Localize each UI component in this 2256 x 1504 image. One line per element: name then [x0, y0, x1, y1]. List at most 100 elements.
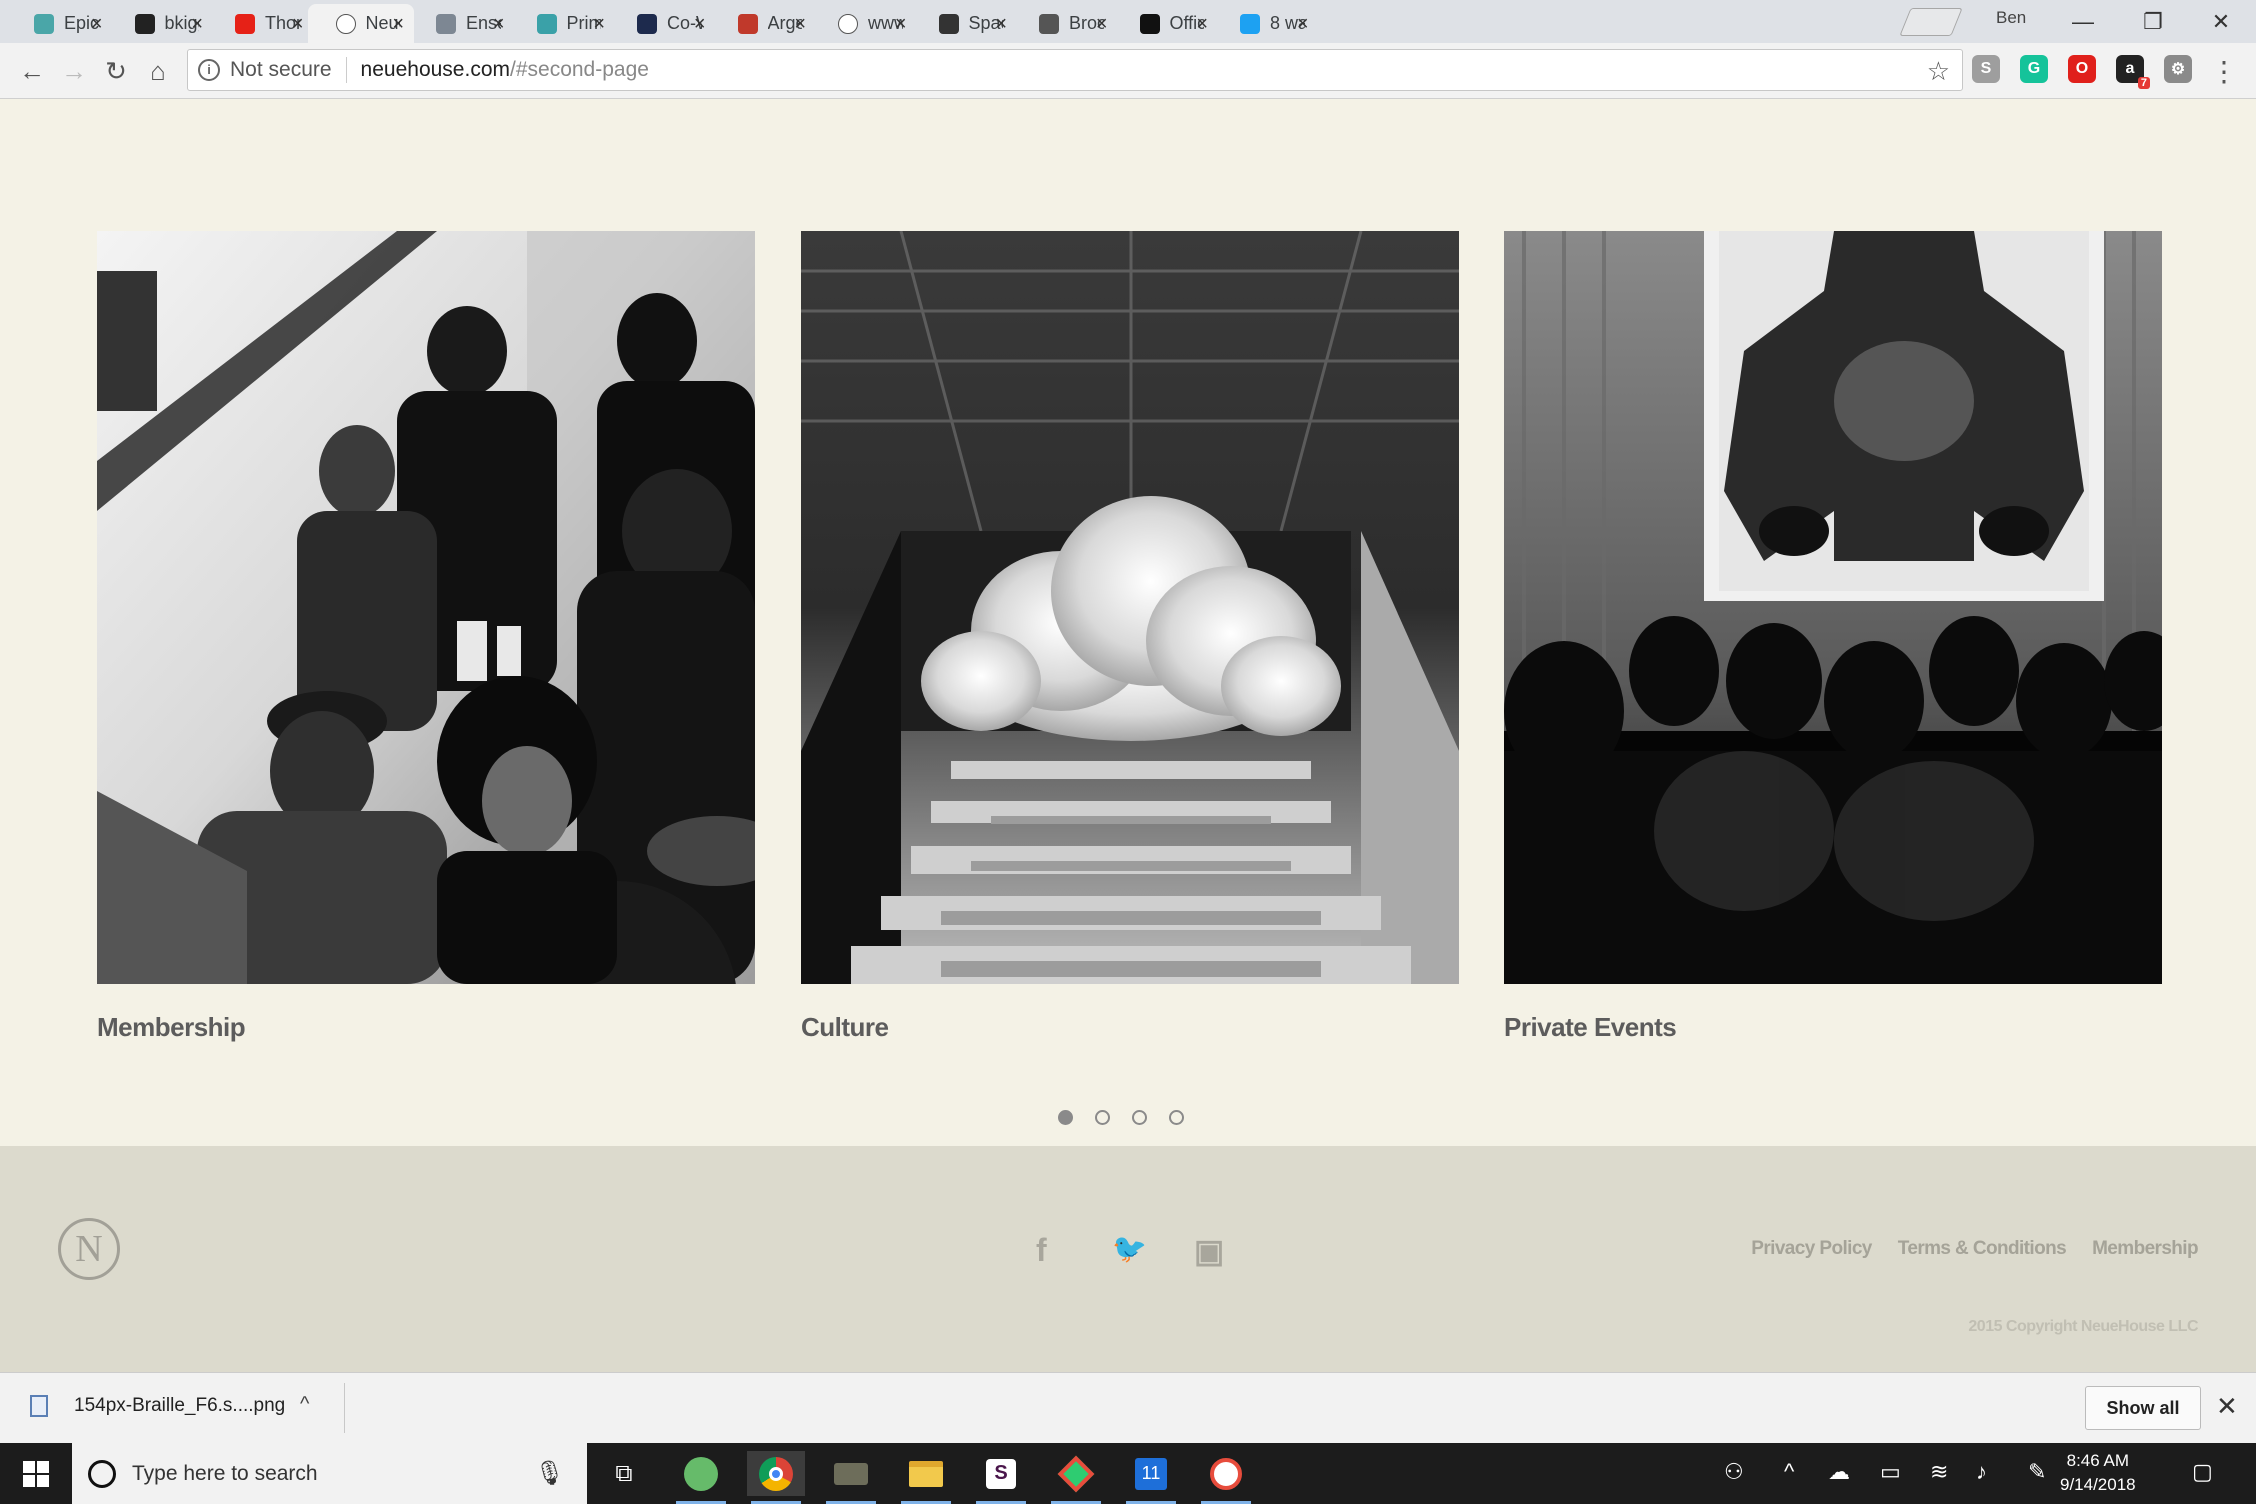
neuehouse-logo-icon[interactable]: N: [58, 1218, 120, 1280]
address-bar[interactable]: i Not secure neuehouse.com/#second-page …: [187, 49, 1963, 91]
close-download-bar-icon[interactable]: ✕: [2216, 1391, 2238, 1422]
back-button[interactable]: ←: [14, 53, 50, 89]
file-explorer-icon[interactable]: [897, 1451, 955, 1504]
settings-ext-icon[interactable]: ⚙: [2164, 55, 2192, 83]
chevron-up-icon[interactable]: ^: [300, 1393, 309, 1416]
show-all-button[interactable]: Show all: [2085, 1386, 2201, 1430]
close-tab-icon[interactable]: ×: [1297, 13, 1309, 36]
forward-button[interactable]: →: [56, 53, 92, 89]
s-ext-icon[interactable]: S: [1972, 55, 2000, 83]
microphone-icon[interactable]: 🎙: [535, 1459, 565, 1488]
extension-badge: 7: [2137, 77, 2150, 89]
office-icon: [1139, 13, 1160, 34]
tab-8[interactable]: www.fr×: [810, 4, 917, 43]
close-tab-icon[interactable]: ×: [1196, 13, 1208, 36]
carousel-dot[interactable]: [1058, 1110, 1073, 1125]
privacy-policy-link[interactable]: Privacy Policy: [1751, 1238, 1872, 1260]
close-window-icon[interactable]: ✕: [2186, 0, 2256, 43]
carousel-dot[interactable]: [1095, 1110, 1110, 1125]
notification-icon[interactable]: ▢: [2192, 1459, 2213, 1485]
tab-3[interactable]: NeueH×: [307, 4, 414, 43]
tab-4[interactable]: Ensem×: [408, 4, 515, 43]
close-tab-icon[interactable]: ×: [694, 13, 706, 36]
wifi-icon[interactable]: ≋: [1930, 1459, 1948, 1485]
onedrive-icon[interactable]: ☁: [1828, 1459, 1850, 1485]
tab-0[interactable]: Epicent×: [6, 4, 113, 43]
forward-arrow-icon: →: [61, 55, 87, 86]
tab-6[interactable]: Co-Wo×: [609, 4, 716, 43]
neuehouse-icon: [335, 13, 356, 34]
paint-icon[interactable]: [1197, 1451, 1255, 1504]
amazon-icon[interactable]: a7: [2116, 55, 2150, 89]
minimize-icon[interactable]: —: [2048, 0, 2118, 43]
card-caption[interactable]: Membership: [97, 1012, 755, 1043]
terms-link[interactable]: Terms & Conditions: [1898, 1238, 2067, 1260]
pen-icon[interactable]: ✎: [2028, 1459, 2046, 1485]
facebook-icon[interactable]: f: [1036, 1232, 1047, 1269]
close-tab-icon[interactable]: ×: [593, 13, 605, 36]
close-tab-icon[interactable]: ×: [91, 13, 103, 36]
tab-1[interactable]: bkigge×: [107, 4, 214, 43]
close-tab-icon[interactable]: ×: [1096, 13, 1108, 36]
bookmark-star-icon[interactable]: ☆: [1927, 56, 1950, 87]
people-icon[interactable]: ⚇: [1724, 1459, 1744, 1485]
membership-link[interactable]: Membership: [2092, 1238, 2199, 1260]
close-tab-icon[interactable]: ×: [191, 13, 203, 36]
atom-icon[interactable]: [672, 1451, 730, 1504]
tab-5[interactable]: Priman×: [509, 4, 616, 43]
tab-7[interactable]: Argent×: [710, 4, 817, 43]
battery-icon[interactable]: ▭: [1880, 1459, 1901, 1485]
slack-icon[interactable]: S: [972, 1451, 1030, 1504]
close-tab-icon[interactable]: ×: [392, 13, 404, 36]
system-clock[interactable]: 8:46 AM 9/14/2018: [2060, 1449, 2136, 1497]
tab-2[interactable]: Thom Y×: [207, 4, 314, 43]
extension-glyph: S: [1980, 60, 1992, 77]
close-tab-icon[interactable]: ×: [995, 13, 1007, 36]
close-tab-icon[interactable]: ×: [292, 13, 304, 36]
cloud-installation-image: [801, 231, 1459, 984]
restore-icon[interactable]: ❐: [2118, 0, 2188, 43]
card-membership[interactable]: Membership: [97, 231, 755, 1043]
calendar-icon[interactable]: 11: [1122, 1451, 1180, 1504]
tab-10[interactable]: Brookl×: [1011, 4, 1118, 43]
divider: [344, 1383, 345, 1433]
close-tab-icon[interactable]: ×: [493, 13, 505, 36]
tab-9[interactable]: Spaces×: [911, 4, 1018, 43]
tab-11[interactable]: Office×: [1112, 4, 1219, 43]
site-footer: N f 🐦 ▣ Privacy Policy Terms & Condition…: [0, 1146, 2256, 1372]
chevron-up-icon[interactable]: ^: [1784, 1459, 1794, 1485]
twitter-icon[interactable]: 🐦: [1112, 1232, 1147, 1265]
home-button[interactable]: ⌂: [140, 53, 176, 89]
close-tab-icon[interactable]: ×: [794, 13, 806, 36]
carousel-dot[interactable]: [1132, 1110, 1147, 1125]
carousel-dot[interactable]: [1169, 1110, 1184, 1125]
grammarly-icon[interactable]: G: [2020, 55, 2048, 83]
chrome-icon[interactable]: [747, 1451, 805, 1504]
download-item[interactable]: 154px-Braille_F6.s....png: [30, 1395, 285, 1417]
task-view-icon[interactable]: ⧉: [595, 1451, 653, 1496]
home-icon: ⌂: [150, 55, 166, 86]
chrome-menu-button[interactable]: ⋮: [2206, 53, 2242, 89]
close-tab-icon[interactable]: ×: [895, 13, 907, 36]
argent-icon: [737, 13, 758, 34]
opera-icon[interactable]: O: [2068, 55, 2096, 83]
gallery-event-image: [1504, 231, 2162, 984]
instagram-icon[interactable]: ▣: [1194, 1232, 1224, 1270]
card-culture[interactable]: Culture: [801, 231, 1459, 1043]
card-private-events[interactable]: Private Events: [1504, 231, 2162, 1043]
new-tab-button[interactable]: [1899, 8, 1963, 36]
taskbar-search[interactable]: Type here to search 🎙: [72, 1443, 587, 1504]
volume-icon[interactable]: ♪: [1976, 1459, 1987, 1485]
gallery-event-photo[interactable]: [1504, 231, 2162, 984]
reload-button[interactable]: ↻: [98, 53, 134, 89]
git-icon[interactable]: [1047, 1451, 1105, 1504]
capture-icon[interactable]: [822, 1451, 880, 1504]
card-caption[interactable]: Culture: [801, 1012, 1459, 1043]
info-icon[interactable]: i: [198, 59, 220, 81]
card-caption[interactable]: Private Events: [1504, 1012, 2162, 1043]
tab-12[interactable]: 8 ways×: [1212, 4, 1319, 43]
cloud-installation-photo[interactable]: [801, 231, 1459, 984]
members-photo[interactable]: [97, 231, 755, 984]
start-button[interactable]: [0, 1443, 72, 1504]
profile-name[interactable]: Ben: [1996, 8, 2026, 28]
